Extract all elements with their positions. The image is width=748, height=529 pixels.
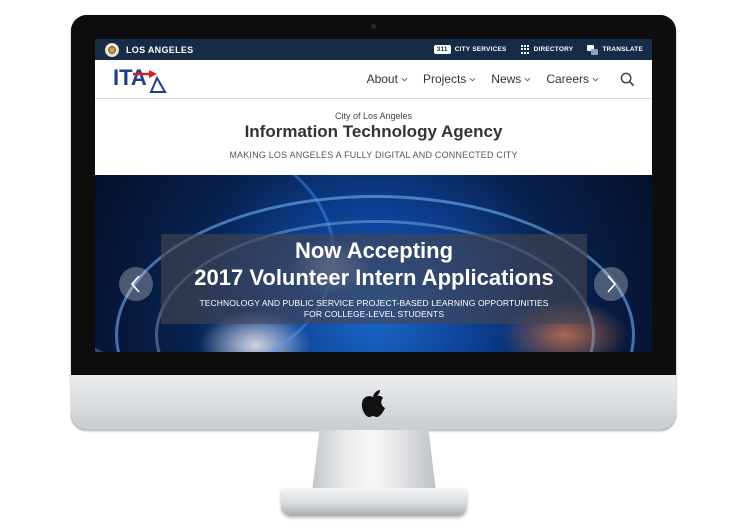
city-home-link[interactable]: LOS ANGELES <box>105 42 194 57</box>
nav-item-about[interactable]: About <box>367 72 408 86</box>
hero-subtext: TECHNOLOGY AND PUBLIC SERVICE PROJECT-BA… <box>161 298 587 320</box>
translate-label: TRANSLATE <box>602 46 643 53</box>
grid-icon <box>520 45 530 54</box>
imac-monitor: LOS ANGELES 311 CITY SERVICES DIRECTORY <box>71 15 676 430</box>
city-seal-icon <box>105 42 119 57</box>
monitor-chin <box>71 375 676 430</box>
logo-text: ITA <box>113 65 147 90</box>
screen-bezel: LOS ANGELES 311 CITY SERVICES DIRECTORY <box>71 15 676 375</box>
agency-subtitle: City of Los Angeles <box>334 111 413 121</box>
nav-item-label: Projects <box>422 72 467 86</box>
agency-tagline: MAKING LOS ANGELES A FULLY DIGITAL AND C… <box>229 150 518 160</box>
nav-item-news[interactable]: News <box>491 72 531 86</box>
translate-icon <box>587 44 599 55</box>
nav-item-careers[interactable]: Careers <box>546 72 599 86</box>
agency-title: Information Technology Agency <box>244 122 503 141</box>
website-screen: LOS ANGELES 311 CITY SERVICES DIRECTORY <box>95 39 652 352</box>
utility-bar: LOS ANGELES 311 CITY SERVICES DIRECTORY <box>95 39 652 60</box>
chevron-down-icon <box>592 77 599 81</box>
city-services-link[interactable]: 311 CITY SERVICES <box>433 45 507 54</box>
apple-logo-icon <box>361 390 385 417</box>
camera-icon <box>371 24 376 29</box>
nav-item-label: Careers <box>546 72 589 86</box>
ita-logo[interactable]: ITA <box>113 64 169 94</box>
nav-item-label: About <box>366 72 398 86</box>
agency-header: City of Los Angeles Information Technolo… <box>95 99 652 175</box>
directory-label: DIRECTORY <box>533 46 574 53</box>
directory-link[interactable]: DIRECTORY <box>520 45 574 54</box>
slider-next-button[interactable] <box>594 267 628 301</box>
hero-subtext-line1: TECHNOLOGY AND PUBLIC SERVICE PROJECT-BA… <box>199 298 549 308</box>
chevron-down-icon <box>469 77 476 81</box>
main-navbar: ITA About Projects News Careers <box>95 60 652 99</box>
chevron-down-icon <box>524 77 531 81</box>
city-services-label: CITY SERVICES <box>454 46 507 53</box>
monitor-stand-base <box>281 488 467 516</box>
nav-item-projects[interactable]: Projects <box>423 72 476 86</box>
hero-slider: Now Accepting 2017 Volunteer Intern Appl… <box>95 175 652 352</box>
search-icon[interactable] <box>620 72 635 87</box>
translate-link[interactable]: TRANSLATE <box>587 44 643 55</box>
monitor-stand-neck <box>312 430 436 492</box>
nav-item-label: News <box>491 72 522 86</box>
311-badge: 311 <box>433 45 451 54</box>
hero-caption[interactable]: Now Accepting 2017 Volunteer Intern Appl… <box>161 234 587 324</box>
primary-nav: About Projects News Careers <box>367 72 635 87</box>
city-name: LOS ANGELES <box>126 44 194 55</box>
slider-prev-button[interactable] <box>119 267 153 301</box>
hero-subtext-line2: FOR COLLEGE-LEVEL STUDENTS <box>303 309 445 319</box>
utility-links: 311 CITY SERVICES DIRECTORY TRANSLATE <box>433 44 643 55</box>
chevron-right-icon <box>607 275 617 293</box>
hero-headline-line1: Now Accepting <box>294 238 454 263</box>
hero-headline-line2: 2017 Volunteer Intern Applications <box>194 265 554 290</box>
chevron-left-icon <box>130 275 140 293</box>
chevron-down-icon <box>401 77 408 81</box>
